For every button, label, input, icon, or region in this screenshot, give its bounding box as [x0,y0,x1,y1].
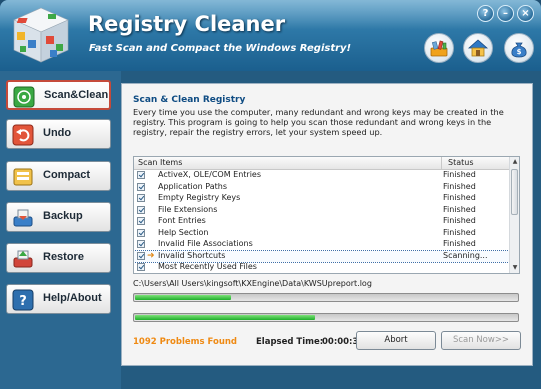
backup-icon [13,209,33,227]
item-name: Invalid Shortcuts [158,250,226,260]
item-status: Finished [443,193,476,202]
list-item[interactable]: Application Paths Finished [134,182,509,194]
list-item[interactable]: Empty Registry Keys Finished [134,193,509,205]
item-checkbox[interactable] [137,251,145,260]
list-item[interactable]: ActiveX, OLE/COM Entries Finished [134,170,509,182]
sidebar-item-label: Backup [43,210,83,222]
item-name: File Extensions [158,204,218,214]
minimize-button[interactable]: – [497,5,514,22]
item-name: ActiveX, OLE/COM Entries [158,170,262,179]
column-header-status[interactable]: Status [448,158,474,167]
restore-icon [13,250,33,268]
list-header: Scan Items Status [134,157,509,170]
app-title: Registry Cleaner [88,12,286,36]
item-name: Most Recently Used Files [158,262,257,271]
item-status: Finished [443,239,476,248]
elapsed-time-label: Elapsed Time: [256,337,324,347]
app-subtitle: Fast Scan and Compact the Windows Regist… [89,43,352,54]
sidebar-item-backup[interactable]: Backup [6,202,111,232]
scan-now-button[interactable]: Scan Now>> [441,331,521,350]
section-title: Scan & Clean Registry [133,95,246,105]
undo-icon [12,124,34,146]
column-header-scan-items[interactable]: Scan Items [138,158,182,167]
item-status: Finished [443,170,476,179]
list-item[interactable]: Invalid File Associations Finished [134,239,509,251]
svg-text:?: ? [19,294,27,309]
sidebar-item-restore[interactable]: Restore [6,243,111,273]
main-panel: Scan & Clean Registry Every time you use… [121,83,533,366]
money-bag-icon[interactable]: $ [504,33,534,63]
item-name: Invalid File Associations [158,239,253,248]
svg-text:$: $ [517,48,522,56]
sidebar-item-label: Help/About [43,292,102,304]
list-item[interactable]: Help Section Finished [134,228,509,240]
sidebar-item-compact[interactable]: Compact [6,161,111,191]
current-file-path: C:\Users\All Users\kingsoft\KXEngine\Dat… [133,279,372,288]
app-window: Registry Cleaner Fast Scan and Compact t… [0,0,541,389]
item-checkbox[interactable] [137,194,145,202]
item-status: Finished [443,181,476,191]
item-status: Finished [443,216,476,225]
sidebar-item-label: Restore [43,251,84,263]
item-checkbox[interactable] [137,263,145,271]
list-item[interactable]: Font Entries Finished [134,216,509,228]
item-checkbox[interactable] [137,240,145,248]
sidebar-item-undo[interactable]: Undo [6,119,111,149]
sidebar-item-scan-clean[interactable]: Scan&Clean [6,80,111,110]
current-item-arrow-icon: ➜ [147,250,155,261]
scroll-down-icon[interactable]: ▼ [511,264,519,272]
scroll-up-icon[interactable]: ▲ [511,158,519,166]
item-name: Application Paths [158,181,227,191]
tools-icon[interactable] [424,33,454,63]
sidebar: Scan&Clean Undo Compact Backup Restore ?… [0,71,121,389]
item-status: Scanning... [443,250,488,260]
close-button[interactable]: × [517,5,534,22]
problems-found-count: 1092 Problems Found [133,337,238,347]
item-checkbox[interactable] [137,205,145,214]
item-status: Finished [443,204,476,214]
cube-logo-icon [13,7,69,63]
description-text: Every time you use the computer, many re… [133,107,504,137]
list-item[interactable]: ➜ Invalid Shortcuts Scanning... [134,249,510,263]
sidebar-item-label: Undo [43,127,72,139]
file-progress-bar [133,293,519,302]
item-checkbox[interactable] [137,217,145,225]
item-name: Font Entries [158,216,206,225]
item-status: Finished [443,227,476,237]
compact-icon [13,168,33,186]
sidebar-item-help-about[interactable]: ? Help/About [6,284,111,314]
list-item[interactable]: Most Recently Used Files [134,262,509,273]
scroll-thumb[interactable] [511,169,518,215]
title-bar: Registry Cleaner Fast Scan and Compact t… [0,0,541,71]
item-checkbox[interactable] [137,171,145,179]
help-icon: ? [12,289,34,311]
list-item[interactable]: File Extensions Finished [134,205,509,217]
file-progress-fill [135,295,231,300]
item-name: Empty Registry Keys [158,193,241,202]
scan-icon [13,86,35,108]
abort-button[interactable]: Abort [356,331,436,350]
total-progress-bar [133,313,519,322]
list-scrollbar[interactable]: ▲ ▼ [509,157,519,273]
help-button[interactable]: ? [477,5,494,22]
sidebar-item-label: Scan&Clean [44,89,109,101]
house-icon[interactable] [463,33,493,63]
scan-items-list[interactable]: Scan Items Status ActiveX, OLE/COM Entri… [133,156,520,274]
total-progress-fill [135,315,315,320]
sidebar-item-label: Compact [43,169,91,181]
item-name: Help Section [158,227,209,237]
item-checkbox[interactable] [137,182,145,191]
item-checkbox[interactable] [137,228,145,237]
